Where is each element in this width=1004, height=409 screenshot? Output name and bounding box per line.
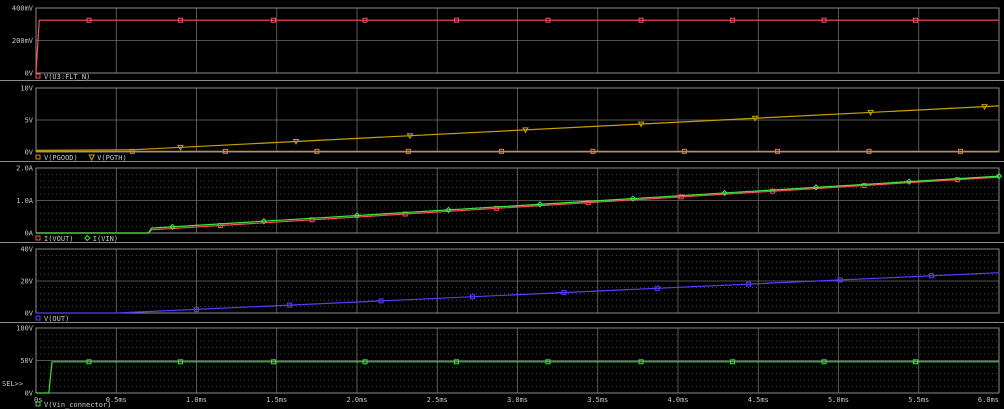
y-tick-label: 2.0A	[16, 165, 34, 173]
legend-label: I(VIN)	[93, 235, 118, 243]
y-tick-label: 10V	[20, 85, 33, 93]
oscilloscope-plot[interactable]: 0V 200mV 400mV V(U3:FLT_N) 0V 5V 10V V(PGOOD) V(…	[0, 0, 1004, 409]
legend-label: V(OUT)	[44, 315, 69, 323]
y-tick-label: 0V	[25, 70, 34, 78]
y-tick-label: 20V	[20, 278, 33, 286]
legend-label: V(Vin_connector)	[44, 401, 111, 409]
x-tick-label: 2.0ms	[346, 396, 367, 404]
legend-label: V(U3:FLT_N)	[44, 73, 90, 81]
sel-indicator: SEL>>	[2, 380, 23, 388]
x-tick-label: 2.5ms	[427, 396, 448, 404]
x-tick-label: 3.5ms	[587, 396, 608, 404]
y-tick-label: 100V	[16, 325, 34, 333]
y-tick-label: 0V	[25, 149, 34, 157]
x-tick-label: 1.0ms	[186, 396, 207, 404]
x-tick-label: 0.5ms	[106, 396, 127, 404]
legend-label: V(PGTH)	[97, 154, 127, 162]
y-tick-label: 1.0A	[16, 197, 34, 205]
x-tick-label: 4.0ms	[667, 396, 688, 404]
y-tick-label: 0V	[25, 310, 34, 318]
y-tick-label: 50V	[20, 357, 33, 365]
y-tick-label: 200mV	[12, 37, 34, 45]
y-tick-label: 0A	[25, 230, 34, 238]
y-tick-label: 5V	[25, 117, 34, 125]
x-tick-label: 6.0ms	[978, 396, 999, 404]
x-tick-label: 5.5ms	[908, 396, 929, 404]
plot-background	[0, 0, 1004, 409]
x-tick-label: 0s	[34, 396, 42, 404]
y-tick-label: 0V	[25, 390, 34, 398]
y-tick-label: 40V	[20, 246, 33, 254]
legend-label: V(PGOOD)	[44, 154, 78, 162]
x-tick-label: 4.5ms	[748, 396, 769, 404]
x-tick-label: 3.0ms	[507, 396, 528, 404]
x-tick-label: 1.5ms	[266, 396, 287, 404]
legend-label: I(VOUT)	[44, 235, 74, 243]
y-tick-label: 400mV	[12, 5, 34, 13]
x-tick-label: 5.0ms	[828, 396, 849, 404]
